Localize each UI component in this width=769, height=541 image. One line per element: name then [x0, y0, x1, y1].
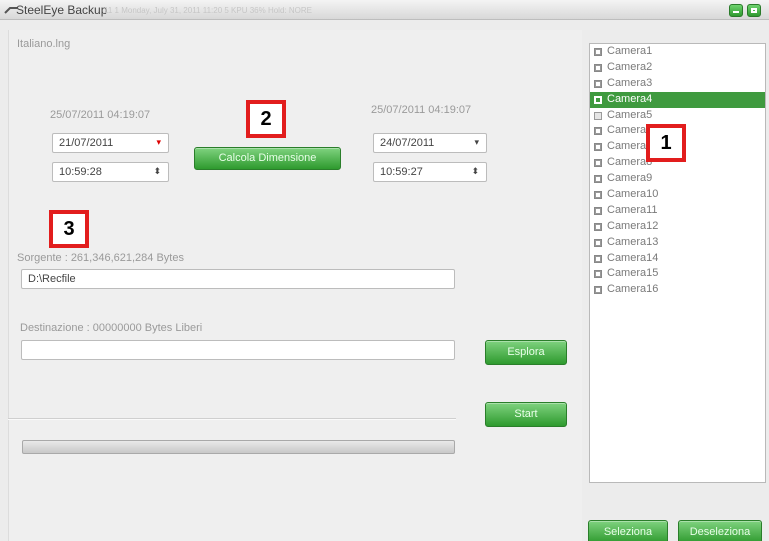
- end-time-value: 10:59:27: [380, 166, 423, 178]
- minimize-button[interactable]: [729, 4, 743, 17]
- end-time-spinner[interactable]: 10:59:27 ⬍: [373, 162, 487, 182]
- checkbox-checked-icon[interactable]: [594, 270, 602, 279]
- deselect-all-label: Deseleziona: [689, 526, 751, 538]
- start-label: Start: [514, 408, 538, 420]
- camera-label: Camera14: [607, 251, 659, 264]
- camera-list-item[interactable]: Camera12: [590, 219, 765, 235]
- checkbox-checked-icon[interactable]: [594, 254, 602, 263]
- checkbox-checked-icon[interactable]: [594, 127, 602, 136]
- source-path-field[interactable]: D:\Recfile: [21, 269, 455, 289]
- source-size-label: Sorgente : 261,346,621,284 Bytes: [17, 252, 184, 264]
- annotation-badge-2: 2: [246, 100, 286, 138]
- start-time-spinner[interactable]: 10:59:28 ⬍: [52, 162, 169, 182]
- camera-list-item[interactable]: Camera9: [590, 171, 765, 187]
- camera-label: Camera10: [607, 188, 659, 201]
- camera-label: Camera11: [607, 203, 658, 216]
- start-time-value: 10:59:28: [59, 166, 102, 178]
- calculate-size-button[interactable]: Calcola Dimensione: [194, 147, 341, 170]
- calculate-size-label: Calcola Dimensione: [218, 152, 317, 164]
- checkbox-checked-icon[interactable]: [594, 206, 602, 215]
- checkbox-checked-icon[interactable]: [594, 238, 602, 247]
- start-button[interactable]: Start: [485, 402, 567, 427]
- camera-list-item[interactable]: Camera13: [590, 235, 765, 251]
- checkbox-unchecked-icon[interactable]: [594, 111, 602, 120]
- spinner-icon: ⬍: [471, 166, 479, 176]
- browse-label: Esplora: [507, 346, 545, 358]
- end-timestamp: 25/07/2011 04:19:07: [371, 104, 472, 116]
- checkbox-checked-icon[interactable]: [594, 143, 602, 152]
- camera-list-item[interactable]: Camera16: [590, 282, 765, 298]
- annotation-badge-1: 1: [646, 124, 686, 162]
- chevron-down-icon: ▾: [156, 137, 161, 147]
- minimize-icon: [733, 11, 739, 13]
- window-title: SteelEye Backup: [16, 3, 108, 17]
- end-date-select[interactable]: 24/07/2011 ▾: [373, 133, 487, 153]
- camera-label: Camera2: [607, 60, 653, 73]
- chevron-down-icon: ▾: [474, 137, 479, 147]
- checkbox-checked-icon[interactable]: [594, 63, 602, 72]
- checkbox-checked-icon[interactable]: [594, 159, 602, 168]
- checkbox-checked-icon[interactable]: [594, 48, 602, 56]
- language-file-label: Italiano.lng: [17, 38, 71, 50]
- camera-list-item[interactable]: Camera1: [590, 44, 765, 60]
- checkbox-checked-icon[interactable]: [594, 286, 602, 295]
- checkbox-checked-icon[interactable]: [594, 191, 602, 200]
- end-date-value: 24/07/2011: [380, 137, 435, 149]
- start-date-value: 21/07/2011: [59, 137, 114, 149]
- start-timestamp: 25/07/2011 04:19:07: [50, 109, 151, 121]
- annotation-badge-3: 3: [49, 210, 89, 248]
- camera-list-item[interactable]: Camera5: [590, 108, 765, 124]
- browse-button[interactable]: Esplora: [485, 340, 567, 365]
- checkbox-checked-icon[interactable]: [594, 95, 602, 104]
- destination-size-label: Destinazione : 00000000 Bytes Liberi: [20, 322, 203, 334]
- select-all-button[interactable]: Seleziona: [588, 520, 668, 541]
- destination-path-field[interactable]: [21, 340, 455, 360]
- camera-label: Camera15: [607, 267, 659, 280]
- camera-label: Camera5: [607, 108, 653, 121]
- camera-list-item[interactable]: Camera2: [590, 60, 765, 76]
- camera-list-item[interactable]: Camera10: [590, 187, 765, 203]
- checkbox-checked-icon[interactable]: [594, 222, 602, 231]
- camera-label: Camera3: [607, 76, 653, 89]
- deselect-all-button[interactable]: Deseleziona: [678, 520, 762, 541]
- title-bar: SteelEye Backup 11 1 Monday, July 31, 20…: [0, 0, 769, 20]
- start-date-select[interactable]: 21/07/2011 ▾: [52, 133, 169, 153]
- checkbox-checked-icon[interactable]: [594, 79, 602, 88]
- camera-list-item[interactable]: Camera3: [590, 76, 765, 92]
- source-path-value: D:\Recfile: [28, 273, 76, 285]
- camera-list-item[interactable]: Camera15: [590, 266, 765, 282]
- camera-label: Camera9: [607, 172, 653, 185]
- checkbox-checked-icon[interactable]: [594, 175, 602, 184]
- camera-list-item[interactable]: Camera4: [590, 91, 765, 108]
- camera-list[interactable]: Camera1 Camera2 Camera3 Camera4 Camera5 Camer…: [589, 43, 766, 483]
- divider: [8, 418, 456, 420]
- camera-label: Camera4: [607, 92, 653, 105]
- spinner-icon: ⬍: [153, 166, 161, 176]
- camera-list-item[interactable]: Camera14: [590, 251, 765, 267]
- window-status-text: 11 1 Monday, July 31, 2011 11:20 5 KPU 3…: [104, 6, 312, 15]
- camera-label: Camera1: [607, 45, 653, 57]
- maximize-icon: [751, 8, 757, 13]
- camera-label: Camera16: [607, 283, 659, 296]
- camera-label: Camera12: [607, 219, 659, 232]
- progress-bar: [22, 440, 455, 454]
- select-all-label: Seleziona: [603, 526, 653, 538]
- camera-label: Camera13: [607, 235, 659, 248]
- camera-list-item[interactable]: Camera11: [590, 203, 765, 219]
- maximize-button[interactable]: [747, 4, 761, 17]
